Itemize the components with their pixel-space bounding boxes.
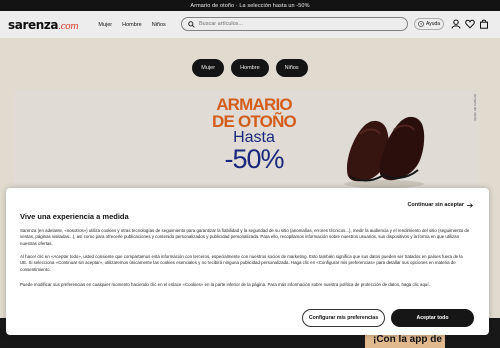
- configure-preferences-button[interactable]: Configurar mis preferencias: [302, 309, 385, 327]
- arrow-right-icon: [467, 202, 473, 208]
- accept-all-button[interactable]: Aceptar todo: [391, 309, 474, 327]
- cookie-paragraph-1: Sarenza (en adelante, «nosotros») utiliz…: [20, 228, 470, 246]
- cookie-paragraph-2: Al hacer clic en «Aceptar todo», usted c…: [20, 254, 463, 272]
- continue-label: Continuar sin aceptar: [407, 202, 464, 208]
- continue-without-accepting-link[interactable]: Continuar sin aceptar: [407, 202, 473, 208]
- cookie-title: Vive una experiencia a medida: [20, 212, 129, 221]
- cookie-paragraph-3: Puede modificar sus preferencias en cual…: [20, 282, 430, 287]
- cookie-consent-dialog: Continuar sin aceptar Vive una experienc…: [6, 188, 489, 335]
